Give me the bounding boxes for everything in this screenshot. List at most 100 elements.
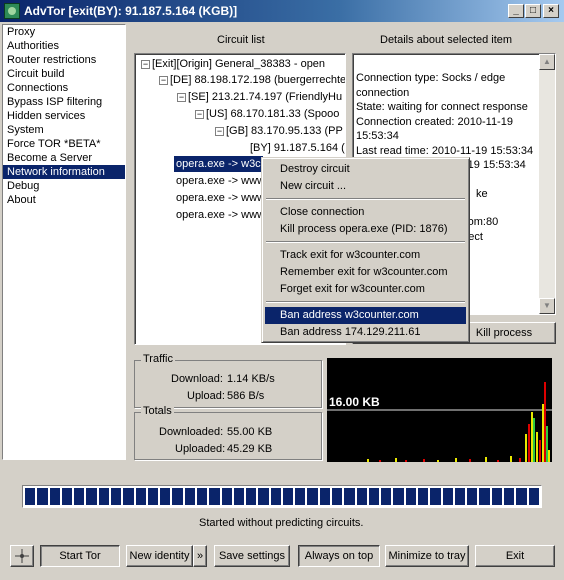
menu-kill-process[interactable]: Kill process opera.exe (PID: 1876) [265, 221, 466, 238]
sidebar-item-become-server[interactable]: Become a Server [3, 151, 125, 165]
tree-row-node[interactable]: − [DE] 88.198.172.198 (buergerrechte [159, 72, 345, 88]
menu-close-connection[interactable]: Close connection [265, 204, 466, 221]
menu-separator [266, 241, 465, 243]
sidebar-item-bypass-isp[interactable]: Bypass ISP filtering [3, 95, 125, 109]
new-identity-more-button[interactable]: » [193, 545, 207, 567]
uploaded-value: 45.29 KB [227, 443, 273, 455]
graph-bar [455, 458, 457, 462]
sidebar-item-proxy[interactable]: Proxy [3, 25, 125, 39]
app-icon [4, 3, 20, 19]
tree-row-node[interactable]: − [SE] 213.21.74.197 (FriendlyHu [177, 89, 342, 105]
download-label: Download: [171, 373, 223, 385]
upload-label: Upload: [187, 390, 225, 402]
collapse-icon[interactable]: − [195, 109, 204, 119]
menu-track-exit[interactable]: Track exit for w3counter.com [265, 247, 466, 264]
menu-separator [266, 198, 465, 200]
status-progress-bar [22, 485, 542, 508]
sidebar-item-circuit-build[interactable]: Circuit build [3, 67, 125, 81]
traffic-group: Traffic Download: 1.14 KB/s Upload: 586 … [134, 353, 322, 408]
sidebar: Proxy Authorities Router restrictions Ci… [2, 24, 126, 460]
download-value: 1.14 KB/s [227, 373, 275, 385]
sidebar-item-force-tor[interactable]: Force TOR *BETA* [3, 137, 125, 151]
menu-separator [266, 301, 465, 303]
graph-bar [469, 459, 471, 462]
menu-ban-address-domain[interactable]: Ban address w3counter.com [265, 307, 466, 324]
minimize-window-button[interactable]: _ [508, 4, 524, 18]
bandwidth-graph-svg: 16.00 KB [327, 382, 552, 462]
uploaded-label: Uploaded: [175, 443, 226, 455]
totals-title: Totals [141, 405, 174, 417]
graph-bar [405, 460, 407, 462]
downloaded-value: 55.00 KB [227, 426, 273, 438]
sidebar-item-network-information[interactable]: Network information [3, 165, 125, 179]
collapse-icon[interactable]: − [141, 59, 150, 69]
graph-scale-label: 16.00 KB [329, 395, 380, 409]
graph-bar [533, 418, 535, 462]
scroll-up-icon[interactable]: ▲ [539, 54, 555, 70]
status-text: Started without predicting circuits. [199, 517, 364, 529]
traffic-title: Traffic [141, 353, 175, 365]
exit-button[interactable]: Exit [475, 545, 555, 567]
graph-bar [519, 458, 521, 462]
graph-bar [548, 450, 550, 462]
graph-bar [542, 404, 544, 462]
scroll-down-icon[interactable]: ▼ [539, 298, 555, 314]
tree-row-node[interactable]: − [US] 68.170.181.33 (Spooo [195, 106, 339, 122]
sidebar-item-authorities[interactable]: Authorities [3, 39, 125, 53]
circuit-list-header: Circuit list [217, 34, 265, 46]
sidebar-item-system[interactable]: System [3, 123, 125, 137]
graph-bar [546, 426, 548, 462]
graph-bar [528, 424, 530, 462]
graph-bar [437, 460, 439, 462]
menu-new-circuit[interactable]: New circuit ... [265, 178, 466, 195]
upload-value: 586 B/s [227, 390, 265, 402]
menu-ban-address-ip[interactable]: Ban address 174.129.211.61 [265, 324, 466, 341]
graph-bar [536, 432, 538, 462]
tree-row-connection[interactable]: opera.exe -> www [176, 207, 265, 223]
tree-row-node[interactable]: − [GB] 83.170.95.133 (PP [215, 123, 343, 139]
collapse-icon[interactable]: − [177, 92, 186, 102]
graph-bar [423, 459, 425, 462]
graph-bar [510, 456, 512, 462]
tree-row-circuit[interactable]: − [Exit][Origin] General_38383 - open [141, 56, 325, 72]
always-on-top-button[interactable]: Always on top [298, 545, 380, 567]
tree-row-connection-selected[interactable]: opera.exe -> w3c [174, 156, 263, 172]
graph-bar [539, 440, 541, 462]
menu-destroy-circuit[interactable]: Destroy circuit [265, 161, 466, 178]
sidebar-item-about[interactable]: About [3, 193, 125, 207]
minimize-to-tray-button[interactable]: Minimize to tray [385, 545, 469, 567]
graph-bar [544, 382, 546, 462]
sidebar-item-router-restrictions[interactable]: Router restrictions [3, 53, 125, 67]
bandwidth-graph: 16.00 KB [327, 358, 552, 462]
close-window-button[interactable]: × [543, 4, 559, 18]
collapse-icon[interactable]: − [159, 75, 168, 85]
title-bar[interactable]: AdvTor [exit(BY): 91.187.5.164 (KGB)] _ … [0, 0, 564, 22]
graph-bar [525, 434, 527, 462]
context-menu: Destroy circuit New circuit ... Close co… [261, 157, 470, 343]
tree-row-exit-node[interactable]: [BY] 91.187.5.164 ( [250, 140, 345, 156]
sidebar-item-debug[interactable]: Debug [3, 179, 125, 193]
new-identity-button[interactable]: New identity [126, 545, 193, 567]
maximize-window-button[interactable]: □ [525, 4, 541, 18]
menu-remember-exit[interactable]: Remember exit for w3counter.com [265, 264, 466, 281]
tree-row-connection[interactable]: opera.exe -> www [176, 173, 265, 189]
tree-row-connection[interactable]: opera.exe -> www [176, 190, 265, 206]
menu-forget-exit[interactable]: Forget exit for w3counter.com [265, 281, 466, 298]
save-settings-button[interactable]: Save settings [214, 545, 290, 567]
collapse-icon[interactable]: − [215, 126, 224, 136]
network-icon-button[interactable] [10, 545, 34, 567]
graph-bar [497, 460, 499, 462]
window-title: AdvTor [exit(BY): 91.187.5.164 (KGB)] [24, 4, 238, 18]
graph-bar [531, 412, 533, 462]
graph-bars [367, 382, 550, 462]
sidebar-item-connections[interactable]: Connections [3, 81, 125, 95]
downloaded-label: Downloaded: [159, 426, 224, 438]
network-icon [15, 549, 29, 563]
details-header: Details about selected item [380, 34, 513, 46]
totals-group: Totals Downloaded: 55.00 KB Uploaded: 45… [134, 405, 322, 460]
graph-bar [379, 460, 381, 462]
graph-bar [485, 457, 487, 462]
sidebar-item-hidden-services[interactable]: Hidden services [3, 109, 125, 123]
start-tor-button[interactable]: Start Tor [40, 545, 120, 567]
details-scrollbar[interactable]: ▲ ▼ [539, 54, 555, 314]
